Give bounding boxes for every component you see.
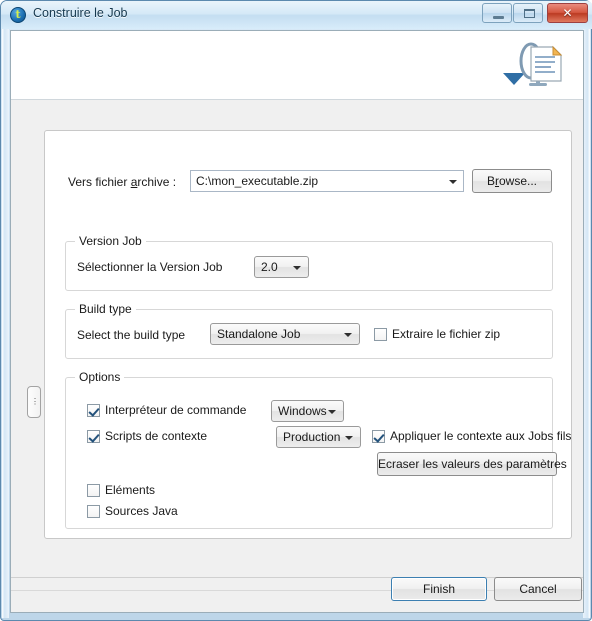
version-job-group-title: Version Job [75,234,146,248]
build-type-group-title: Build type [75,302,136,316]
dialog-window: t Construire le Job ✕ ⋮ Vers fichier arc… [0,0,592,621]
build-type-group: Build type Select the build type Standal… [65,302,553,359]
build-type-combo[interactable]: Standalone Job [210,323,360,345]
apply-context-children-label: Appliquer le contexte aux Jobs fils [390,429,572,443]
overwrite-parameters-button[interactable]: Ecraser les valeurs des paramètres [377,452,567,476]
settings-panel: Vers fichier archive : C:\mon_executable… [44,130,572,539]
checkbox-box [87,505,100,518]
items-label: Eléments [105,483,156,497]
browse-button[interactable]: Browse... [472,169,552,193]
footer-button-bar: Finish Cancel [11,577,583,612]
close-button[interactable]: ✕ [547,3,588,23]
shell-type-combo[interactable]: Windows [271,400,344,422]
chevron-down-icon [344,333,352,337]
checkbox-box [87,430,100,443]
checkbox-box [87,404,100,417]
minimize-icon [493,16,504,19]
window-frame-left [2,29,9,618]
archive-path-value: C:\mon_executable.zip [196,174,319,188]
talend-icon-glyph: t [15,8,21,21]
context-value: Production [283,430,341,444]
archive-path-combo[interactable]: C:\mon_executable.zip [190,170,464,192]
window-frame-right [583,29,590,618]
archive-label: Vers fichier archive : [68,175,177,189]
maximize-button[interactable] [513,3,543,23]
version-job-group: Version Job Sélectionner la Version Job … [65,234,553,291]
build-type-label: Select the build type [77,328,186,342]
finish-button[interactable]: Finish [391,577,487,601]
cancel-button[interactable]: Cancel [494,577,582,601]
dialog-body: ⋮ Vers fichier archive : C:\mon_executab… [10,30,584,613]
close-icon: ✕ [562,6,573,20]
context-scripts-label: Scripts de contexte [105,429,208,443]
chevron-down-icon [293,266,301,270]
talend-circle-icon: t [10,7,26,23]
checkbox-box [87,484,100,497]
dialog-content: ⋮ Vers fichier archive : C:\mon_executab… [11,101,583,590]
checkbox-box [374,328,387,341]
chevron-down-icon [328,410,336,414]
shell-type-value: Windows [278,404,327,418]
chevron-down-icon [449,180,457,184]
maximize-icon [524,9,535,18]
extract-zip-label: Extraire le fichier zip [392,327,501,341]
wizard-banner [11,31,583,100]
context-combo[interactable]: Production [276,426,361,448]
document-wizard-icon [503,42,563,86]
version-job-value: 2.0 [261,260,278,274]
minimize-button[interactable] [482,3,512,23]
checkbox-box [372,430,385,443]
chevron-down-icon [345,436,353,440]
version-job-combo[interactable]: 2.0 [254,256,309,278]
options-group: Options Interpréteur de commande Windows… [65,370,571,529]
collapse-sash-handle[interactable]: ⋮ [27,386,41,418]
build-type-value: Standalone Job [217,327,301,341]
window-title: Construire le Job [33,6,128,20]
shell-interpreter-label: Interpréteur de commande [105,403,247,417]
java-sources-label: Sources Java [105,504,178,518]
title-bar[interactable]: t Construire le Job ✕ [1,1,592,29]
version-job-label: Sélectionner la Version Job [77,260,223,274]
sash-dots-icon: ⋮ [31,397,39,406]
options-group-title: Options [75,370,125,384]
